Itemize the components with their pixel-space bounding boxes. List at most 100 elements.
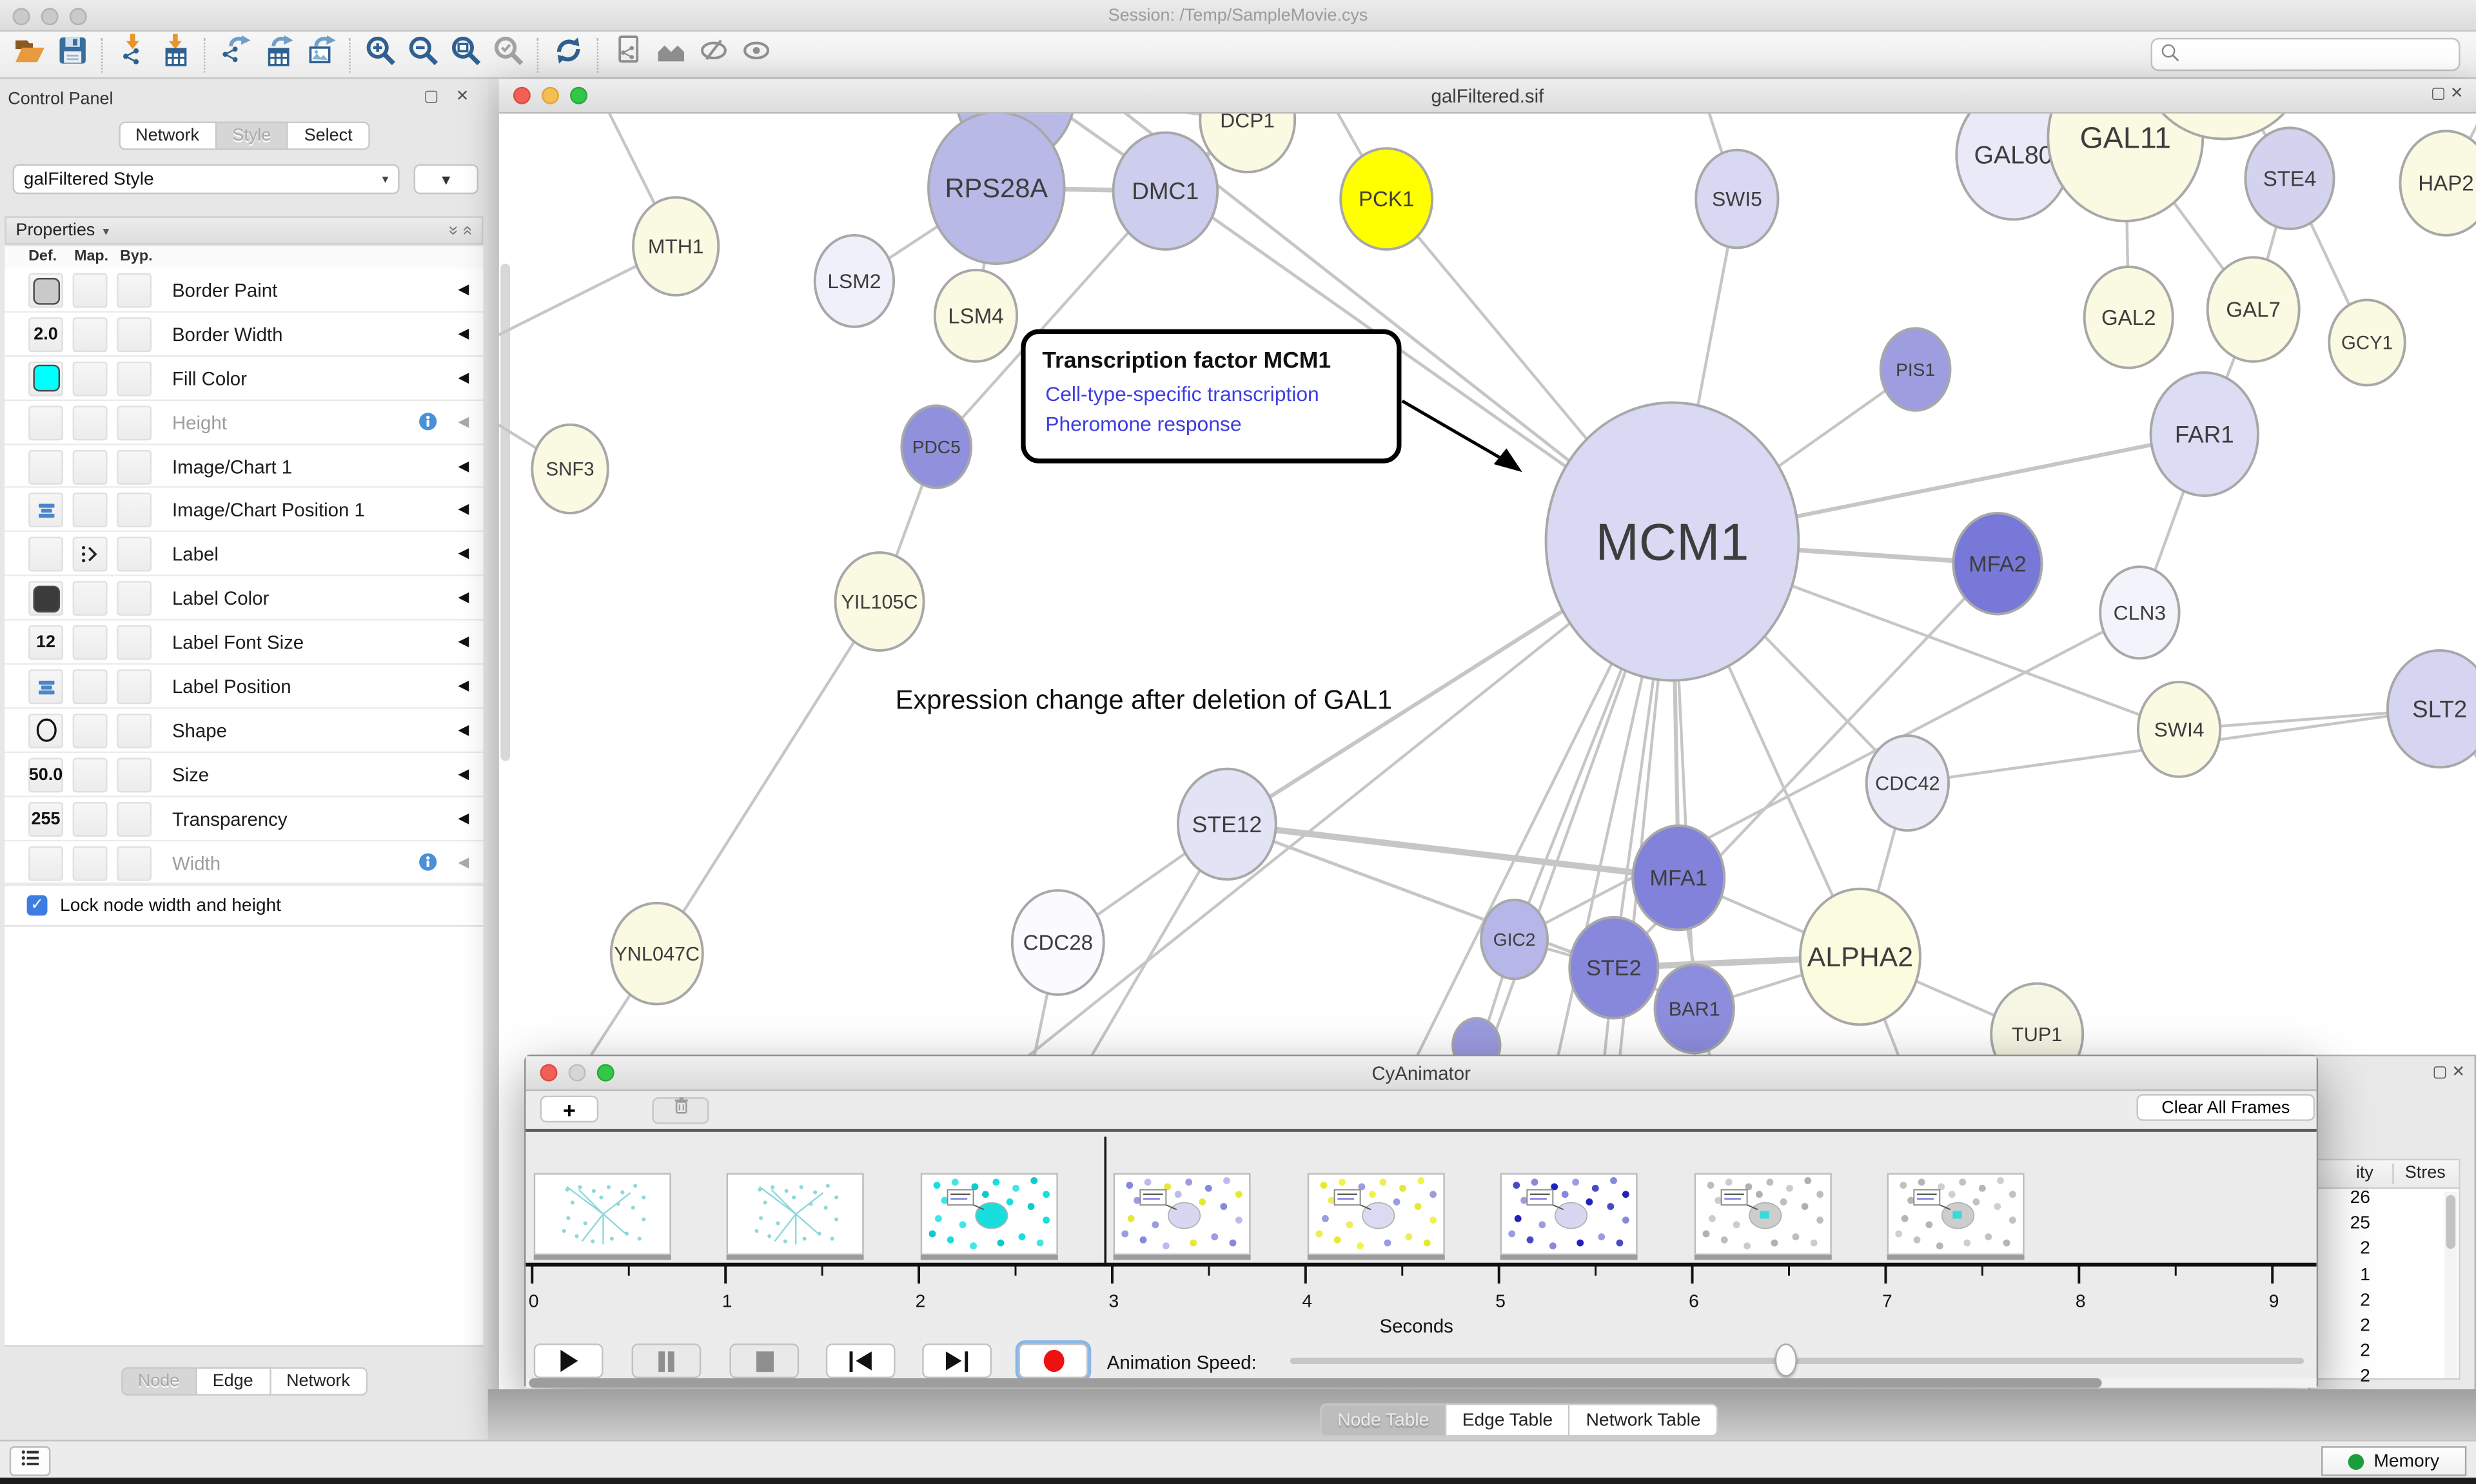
node-yil105c[interactable]: YIL105C xyxy=(836,552,924,650)
expand-arrow-icon[interactable]: ◀ xyxy=(458,721,469,739)
mapping-cell[interactable] xyxy=(73,581,108,616)
property-row-size[interactable]: 50.0Size◀ xyxy=(5,753,483,797)
network-window-dock-icons[interactable]: ▢ ✕ xyxy=(2431,85,2463,103)
bypass-cell[interactable] xyxy=(117,361,152,396)
mapping-cell[interactable] xyxy=(73,493,108,528)
node-cdc42[interactable]: CDC42 xyxy=(1867,736,1949,830)
default-value-cell[interactable]: 50.0 xyxy=(28,757,63,792)
table-col-stress[interactable]: Stres xyxy=(2405,1164,2446,1182)
node-mcm1[interactable]: MCM1 xyxy=(1546,402,1799,680)
property-row-border-width[interactable]: 2.0Border Width◀ xyxy=(5,313,483,356)
table-row[interactable]: 25 xyxy=(2317,1215,2459,1240)
node-gic2[interactable]: GIC2 xyxy=(1481,900,1548,979)
default-value-cell[interactable]: 2.0 xyxy=(28,317,63,352)
node-pis1[interactable]: PIS1 xyxy=(1881,328,1950,410)
annotation-link[interactable]: Pheromone response xyxy=(1045,413,1241,436)
bypass-cell[interactable] xyxy=(117,317,152,352)
export-network-button[interactable] xyxy=(213,34,256,75)
node-snf3[interactable]: SNF3 xyxy=(532,425,608,513)
default-value-cell[interactable] xyxy=(28,537,63,572)
node-gal7[interactable]: GAL7 xyxy=(2208,257,2299,362)
default-value-cell[interactable] xyxy=(28,581,63,616)
expand-arrow-icon[interactable]: ◀ xyxy=(458,281,469,298)
node-pdc5[interactable]: PDC5 xyxy=(901,405,971,487)
property-row-image-chart-1[interactable]: Image/Chart 1◀ xyxy=(5,445,483,489)
collapse-all-icon[interactable]: « xyxy=(458,226,477,235)
table-row[interactable]: 2 xyxy=(2317,1316,2459,1342)
network-snapshot-button[interactable] xyxy=(606,34,649,75)
mapping-cell[interactable] xyxy=(73,669,108,704)
table-row[interactable]: 1 xyxy=(2317,1265,2459,1291)
mapping-cell[interactable] xyxy=(73,846,108,881)
birds-eye-button[interactable] xyxy=(649,34,692,75)
expand-arrow-icon[interactable]: ◀ xyxy=(458,369,469,387)
node-ynl047c[interactable]: YNL047C xyxy=(611,903,703,1004)
properties-header[interactable]: Properties ▾ » « xyxy=(5,217,483,245)
default-value-cell[interactable] xyxy=(28,493,63,528)
node-swi5[interactable]: SWI5 xyxy=(1696,150,1778,248)
cyanimator-titlebar[interactable]: CyAnimator xyxy=(526,1056,2317,1091)
node-gcy1[interactable]: GCY1 xyxy=(2329,300,2405,385)
speed-slider-thumb[interactable] xyxy=(1775,1343,1797,1376)
hide-details-button[interactable] xyxy=(692,34,734,75)
property-row-border-paint[interactable]: Border Paint◀ xyxy=(5,268,483,312)
pause-button[interactable] xyxy=(632,1343,702,1378)
search-input[interactable] xyxy=(2151,38,2461,71)
bypass-cell[interactable] xyxy=(117,581,152,616)
zoom-out-button[interactable] xyxy=(401,34,444,75)
table-row[interactable]: 2 xyxy=(2317,1291,2459,1317)
mapping-cell[interactable] xyxy=(73,757,108,792)
tab-network[interactable]: Network xyxy=(118,122,217,150)
default-value-cell[interactable] xyxy=(28,405,63,440)
node-swi4[interactable]: SWI4 xyxy=(2138,682,2220,777)
node-ste4[interactable]: STE4 xyxy=(2245,128,2334,229)
default-value-cell[interactable]: 255 xyxy=(28,801,63,836)
annotation-link[interactable]: Cell-type-specific transcription xyxy=(1045,382,1319,405)
mapping-cell[interactable] xyxy=(73,273,108,308)
style-selector[interactable]: galFiltered Style▾ xyxy=(13,164,400,195)
zoom-fit-button[interactable] xyxy=(444,34,486,75)
node-hap2[interactable]: HAP2 xyxy=(2400,131,2476,235)
node-alpha2[interactable]: ALPHA2 xyxy=(1800,889,1920,1025)
property-row-label-font-size[interactable]: 12Label Font Size◀ xyxy=(5,621,483,665)
import-table-button[interactable] xyxy=(153,34,196,75)
default-value-cell[interactable] xyxy=(28,361,63,396)
panel-tab-edge[interactable]: Edge xyxy=(197,1367,270,1396)
mapping-cell[interactable] xyxy=(73,537,108,572)
style-options-button[interactable]: ▼ xyxy=(414,164,478,195)
mapping-cell[interactable] xyxy=(73,801,108,836)
timeline-horizontal-scrollbar[interactable] xyxy=(526,1378,2317,1388)
expand-arrow-icon[interactable]: ◀ xyxy=(458,678,469,695)
mapping-cell[interactable] xyxy=(73,361,108,396)
node-dmc1[interactable]: DMC1 xyxy=(1114,133,1218,249)
property-row-label-color[interactable]: Label Color◀ xyxy=(5,576,483,620)
bypass-cell[interactable] xyxy=(117,846,152,881)
node-pck1[interactable]: PCK1 xyxy=(1341,148,1432,249)
node-mfa1[interactable]: MFA1 xyxy=(1633,826,1724,930)
bypass-cell[interactable] xyxy=(117,669,152,704)
node-cln3[interactable]: CLN3 xyxy=(2100,567,2179,658)
property-row-width[interactable]: Width◀ xyxy=(5,841,483,884)
save-session-button[interactable] xyxy=(50,34,93,75)
expand-arrow-icon[interactable]: ◀ xyxy=(458,325,469,342)
node-lsm2[interactable]: LSM2 xyxy=(815,235,894,327)
task-history-button[interactable] xyxy=(10,1446,51,1476)
bypass-cell[interactable] xyxy=(117,537,152,572)
node-mfa2[interactable]: MFA2 xyxy=(1953,513,2041,614)
open-session-button[interactable] xyxy=(8,34,50,75)
info-icon[interactable] xyxy=(417,850,439,872)
property-row-transparency[interactable]: 255Transparency◀ xyxy=(5,797,483,841)
zoom-in-button[interactable] xyxy=(359,34,401,75)
network-vertical-scrollbar[interactable] xyxy=(500,264,510,761)
property-row-image-chart-position-1[interactable]: Image/Chart Position 1◀ xyxy=(5,489,483,532)
add-frame-button[interactable]: + xyxy=(540,1096,599,1123)
expand-arrow-icon[interactable]: ◀ xyxy=(458,545,469,563)
property-row-height[interactable]: Height◀ xyxy=(5,400,483,444)
node-lsm4[interactable]: LSM4 xyxy=(935,270,1017,362)
table-panel-dock-icons[interactable]: ▢ ✕ xyxy=(2432,1064,2464,1082)
bypass-cell[interactable] xyxy=(117,714,152,748)
stop-button[interactable] xyxy=(729,1343,799,1378)
table-tab-network-table[interactable]: Network Table xyxy=(1570,1403,1718,1436)
edge[interactable] xyxy=(657,601,879,953)
expand-arrow-icon[interactable]: ◀ xyxy=(458,413,469,431)
